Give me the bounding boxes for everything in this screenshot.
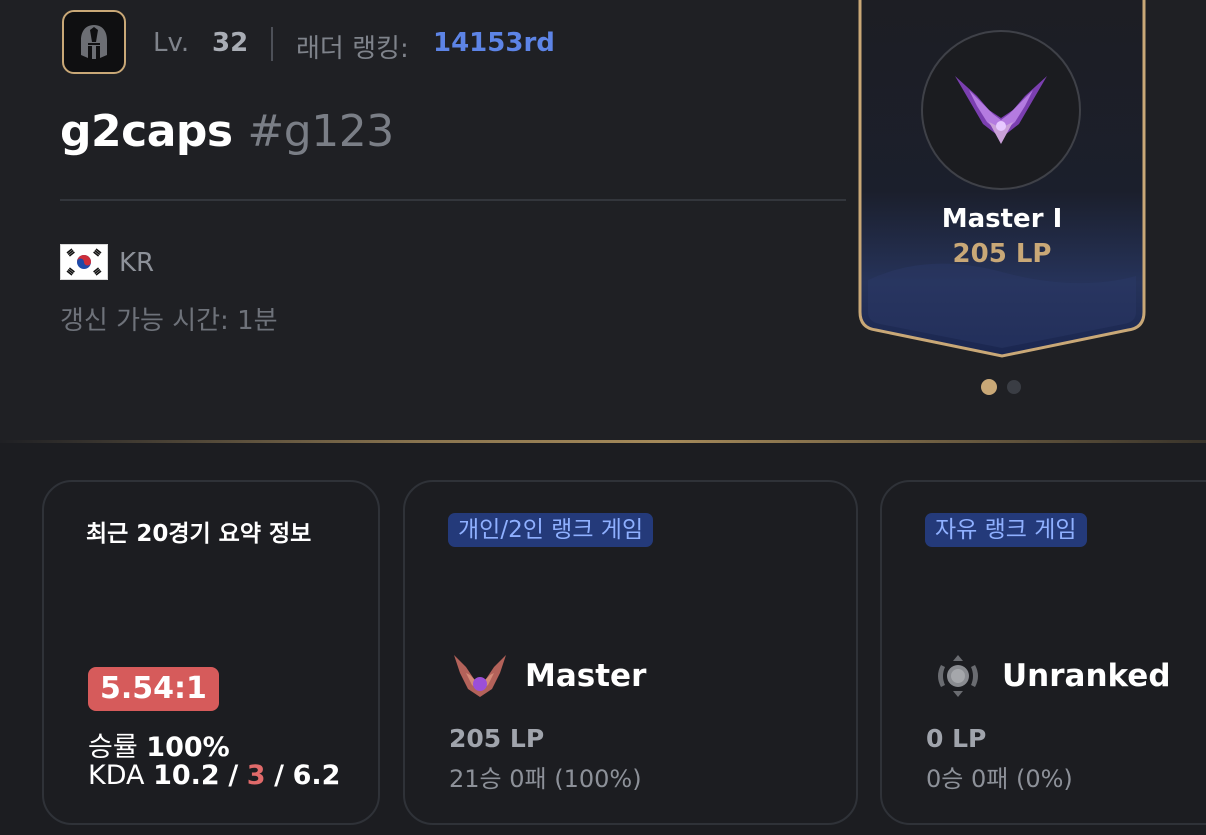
spartan-helmet-icon — [81, 25, 107, 59]
ladder-rank-label: 래더 랭킹: — [296, 34, 409, 64]
flex-queue-record: 0승 0패 (0%) — [926, 765, 1073, 793]
ladder-rank-value[interactable]: 14153rd — [433, 28, 555, 58]
winrate-label: 승률 — [88, 732, 138, 763]
flex-queue-tier: Unranked — [1002, 658, 1171, 694]
rank-emblem-frame — [921, 30, 1081, 190]
kda-ratio-badge: 5.54:1 — [88, 667, 219, 711]
korea-flag-icon — [60, 244, 108, 280]
level-label: Lv. — [153, 28, 190, 58]
summoner-tag: #g123 — [247, 106, 394, 157]
solo-queue-lp: 205 LP — [449, 724, 545, 753]
kda-deaths: 3 — [246, 760, 266, 791]
kda-label: KDA — [88, 760, 145, 791]
kda-line: KDA 10.2 / 3 / 6.2 — [88, 760, 340, 791]
refresh-cooldown-text: 갱신 가능 시간: 1분 — [60, 306, 278, 336]
kda-slash-1: / — [228, 760, 239, 791]
profile-divider — [60, 199, 846, 201]
flex-queue-lp: 0 LP — [926, 724, 987, 753]
kda-kills: 10.2 — [153, 760, 220, 791]
rank-tier: Master I — [941, 204, 1063, 234]
winrate-value: 100% — [146, 732, 230, 763]
carousel-dot[interactable] — [1007, 380, 1021, 394]
flex-queue-badge: 자유 랭크 게임 — [925, 513, 1087, 547]
solo-queue-badge: 개인/2인 랭크 게임 — [448, 513, 654, 547]
solo-queue-tier: Master — [525, 658, 647, 694]
level-value: 32 — [212, 28, 249, 58]
rank-lp: 205 LP — [952, 239, 1052, 269]
region-label: KR — [119, 248, 155, 278]
summoner-name-text: g2caps — [60, 106, 233, 157]
unranked-emblem-icon — [930, 648, 986, 704]
summoner-name: g2caps #g123 — [60, 106, 394, 157]
solo-queue-record: 21승 0패 (100%) — [449, 765, 642, 793]
winrate-line: 승률 100% — [88, 725, 230, 764]
master-emblem-icon — [955, 76, 1047, 144]
kda-assists: 6.2 — [292, 760, 341, 791]
profile-avatar[interactable] — [62, 10, 126, 74]
kda-slash-2: / — [274, 760, 285, 791]
master-emblem-icon — [452, 648, 508, 704]
header-separator — [271, 27, 273, 61]
recent-summary-title: 최근 20경기 요약 정보 — [86, 521, 312, 547]
carousel-dot-active[interactable] — [981, 379, 997, 395]
